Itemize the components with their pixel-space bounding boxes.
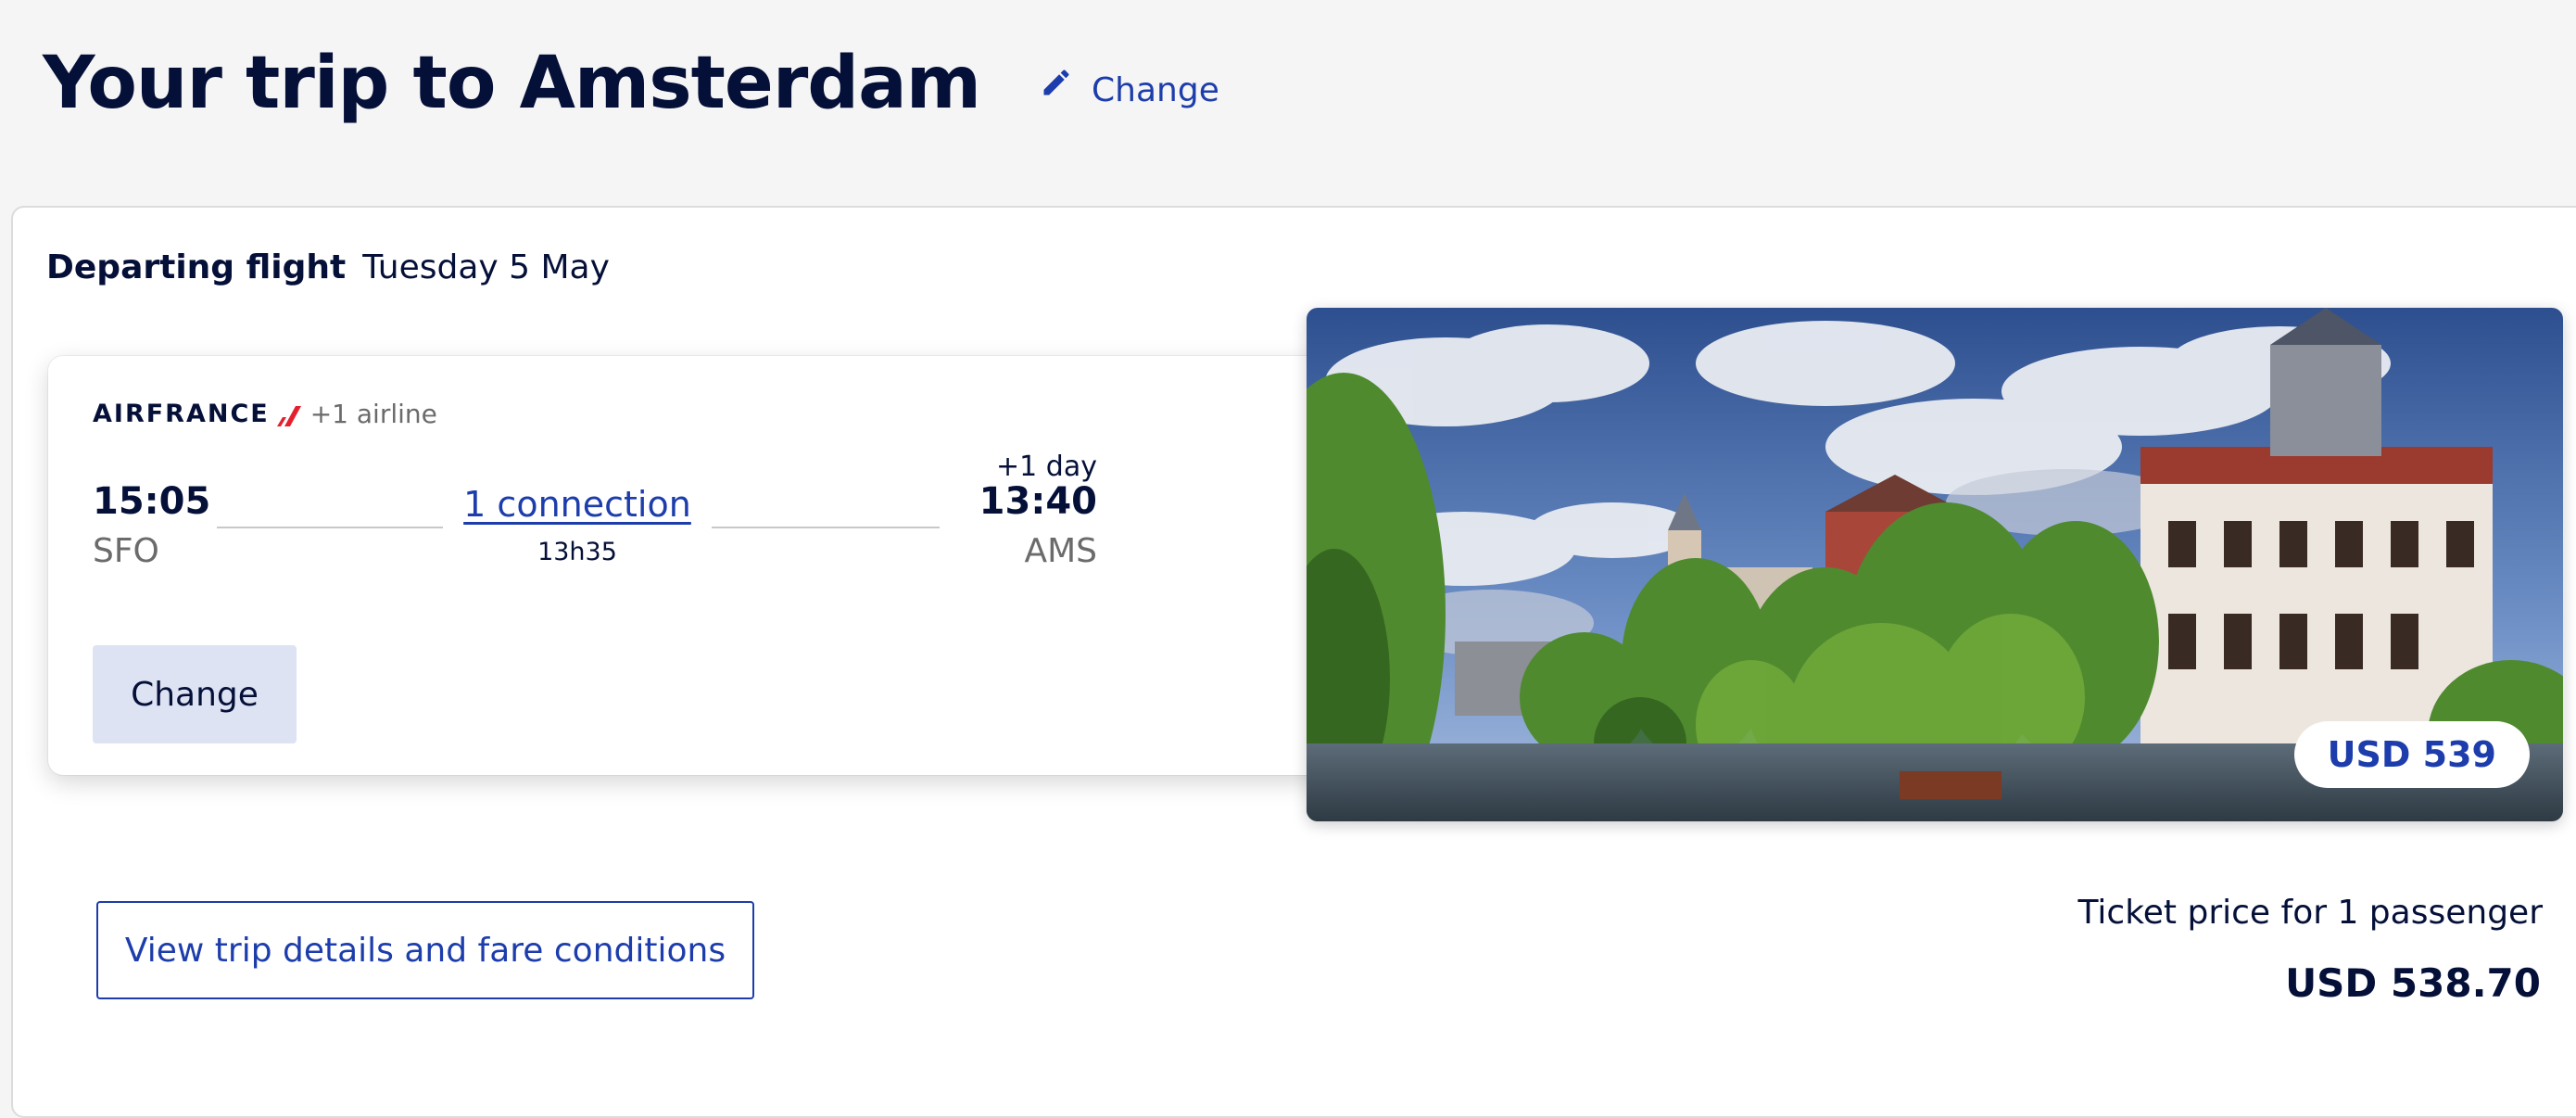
route-line-right	[712, 527, 940, 528]
view-trip-details-button[interactable]: View trip details and fare conditions	[96, 901, 754, 999]
departure-airport-code: SFO	[93, 532, 159, 570]
pencil-icon	[1040, 66, 1073, 99]
day-offset: +1 day	[996, 451, 1097, 483]
arrival-time: 13:40	[979, 480, 1097, 523]
connection-link[interactable]: 1 connection	[456, 484, 699, 525]
departure-time: 15:05	[93, 480, 211, 523]
page-header: Your trip to Amsterdam Change	[43, 37, 1219, 130]
departing-flight-heading: Departing flight Tuesday 5 May	[46, 248, 610, 286]
additional-airline-count: +1 airline	[309, 399, 437, 429]
airline-logo-text: AIRFRANCE	[93, 400, 270, 428]
airline-logo: AIRFRANCE	[93, 400, 301, 428]
flight-duration: 13h35	[537, 538, 617, 566]
ticket-price-amount: USD 538.70	[2285, 960, 2541, 1006]
arrival-airport-code: AMS	[1024, 532, 1097, 570]
departing-flight-date: Tuesday 5 May	[362, 248, 610, 286]
airfrance-logo-mark-icon	[275, 404, 301, 426]
page-title: Your trip to Amsterdam	[43, 42, 981, 125]
destination-price-badge: USD 539	[2293, 721, 2530, 788]
destination-image: USD 539	[1307, 308, 2563, 821]
flight-summary-card: AIRFRANCE +1 airline 15:05 SFO 1 connect…	[48, 356, 1392, 775]
route-line-left	[217, 527, 443, 528]
change-trip-link[interactable]: Change	[1040, 70, 1219, 109]
change-trip-label: Change	[1092, 70, 1219, 109]
airline-row: AIRFRANCE +1 airline	[93, 399, 437, 429]
ticket-price-label: Ticket price for 1 passenger	[2077, 894, 2543, 932]
trip-card: Departing flight Tuesday 5 May AIRFRANCE…	[11, 206, 2576, 1118]
departing-flight-label: Departing flight	[46, 248, 347, 286]
change-flight-button[interactable]: Change	[93, 645, 297, 743]
